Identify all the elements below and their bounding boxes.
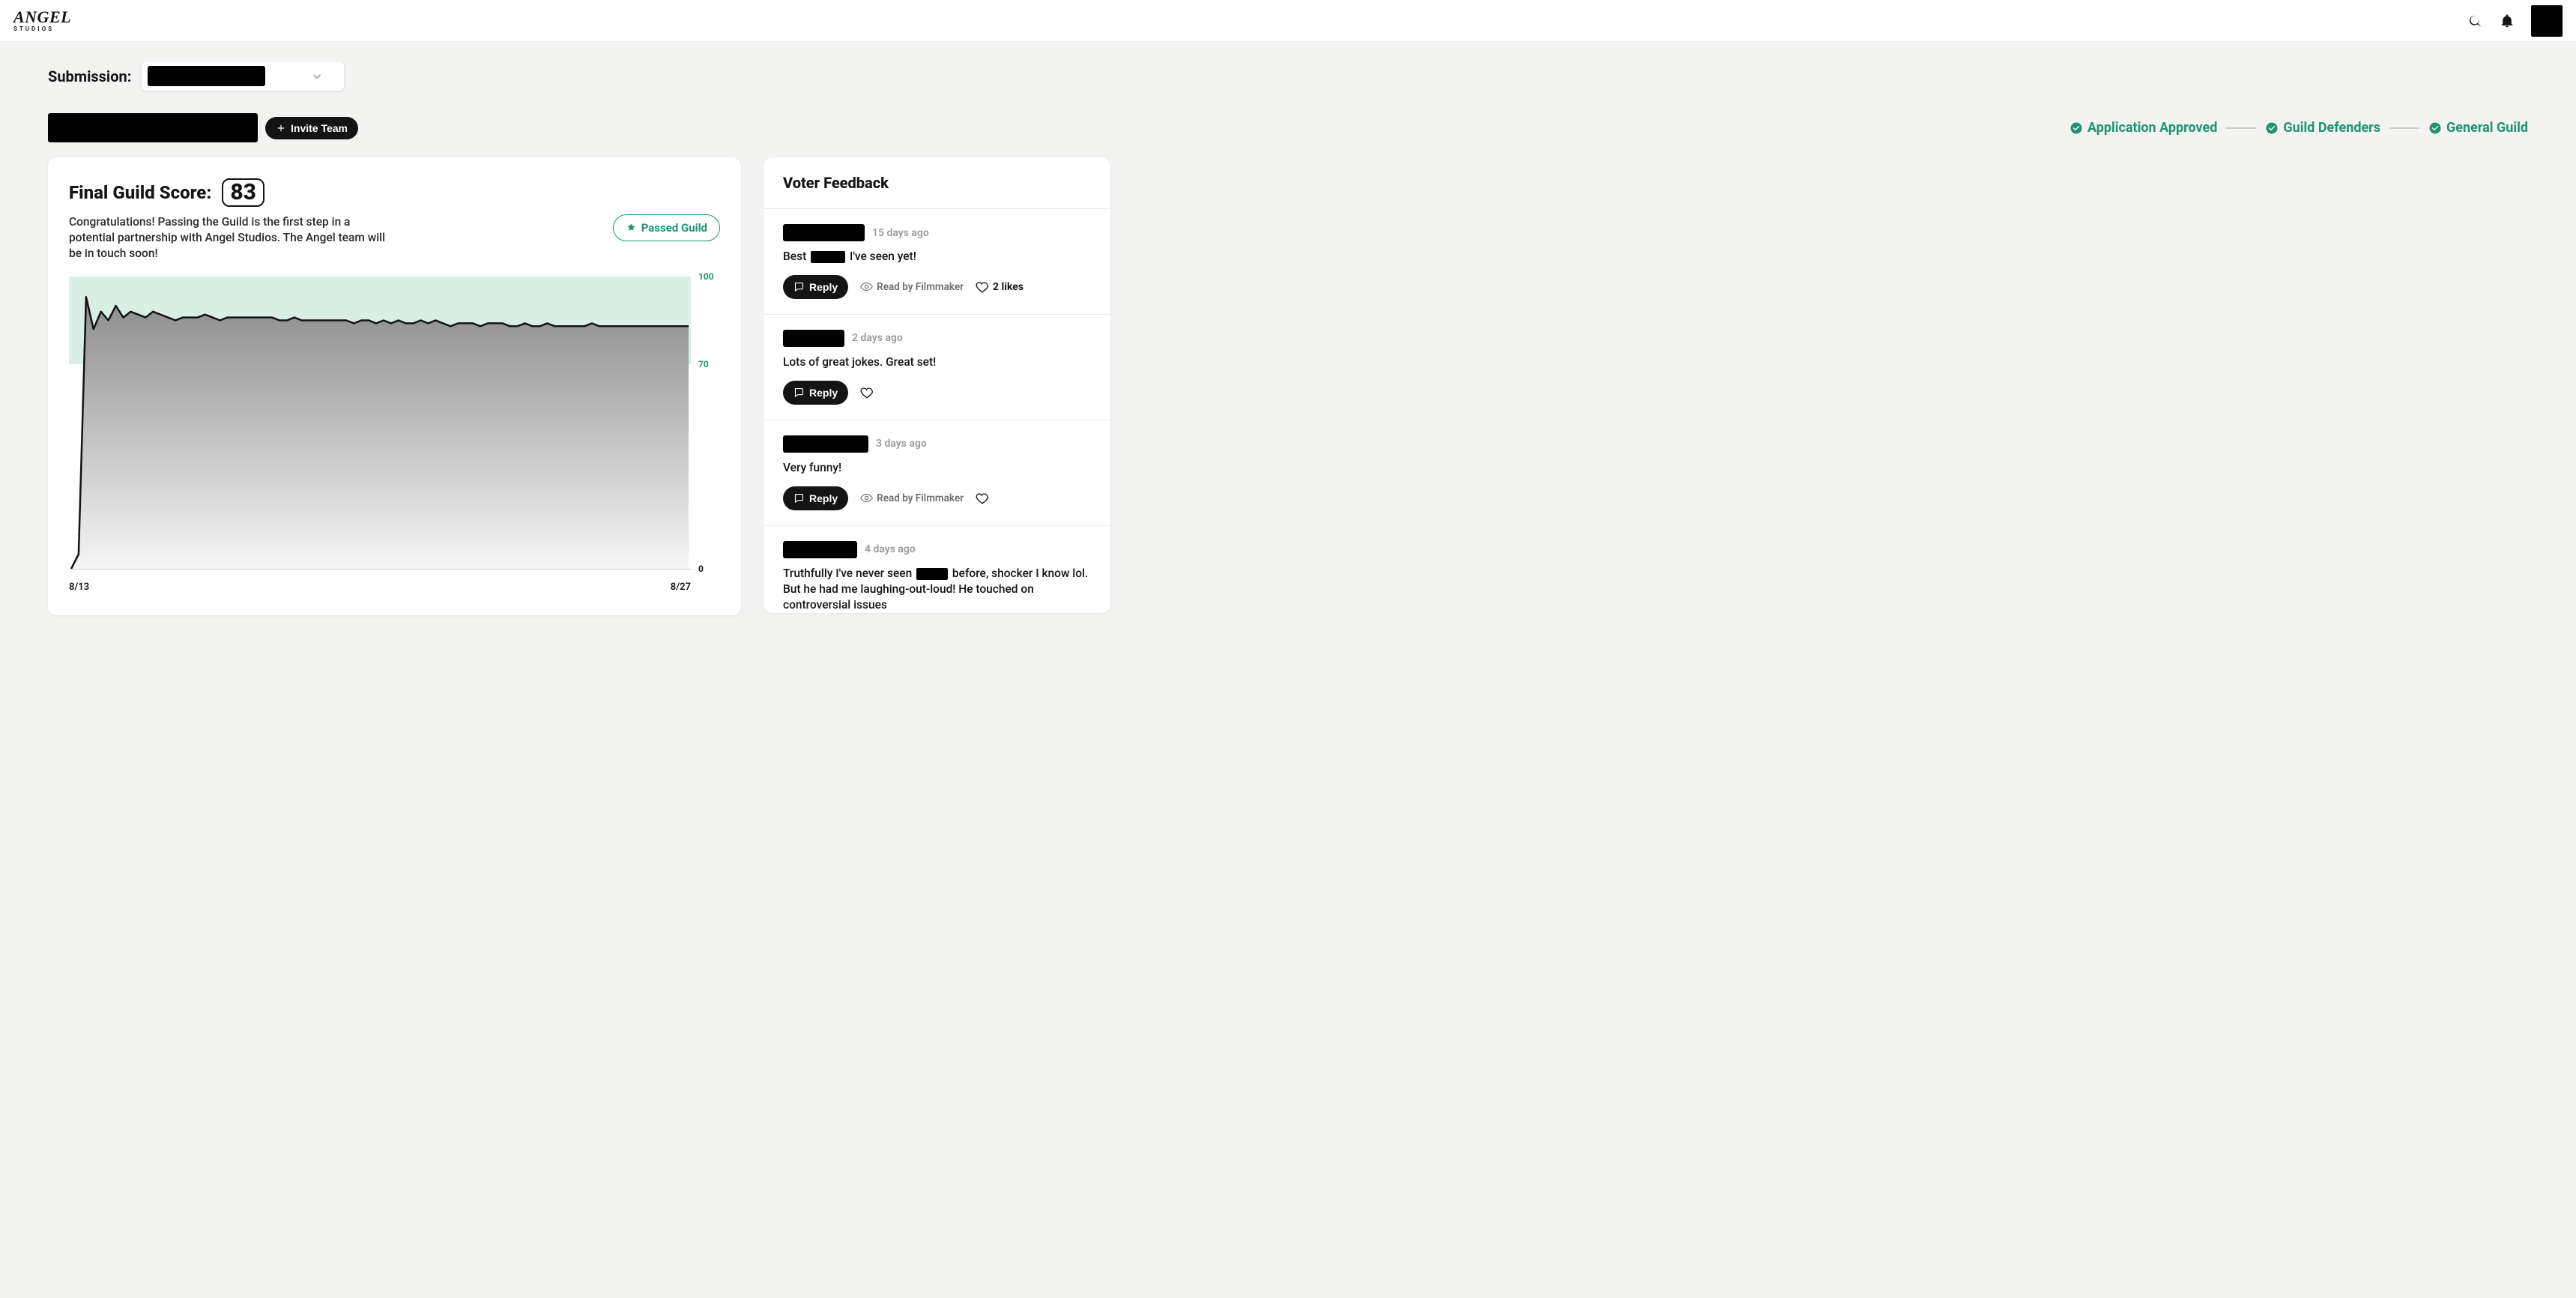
redacted-text xyxy=(916,568,948,580)
reply-icon xyxy=(793,281,805,292)
search-icon[interactable] xyxy=(2468,13,2483,28)
eye-icon xyxy=(860,492,873,504)
comment: 4 days ago Truthfully I've never seen bef… xyxy=(764,525,1110,613)
topbar: ANGEL STUDIOS xyxy=(0,0,2576,42)
submission-select[interactable] xyxy=(142,61,344,91)
read-by-filmmaker: Read by Filmmaker xyxy=(860,280,964,293)
comment-time: 3 days ago xyxy=(876,438,927,450)
comment-text: Lots of great jokes. Great set! xyxy=(783,354,1091,370)
logo[interactable]: ANGEL STUDIOS xyxy=(13,9,71,32)
voter-feedback-panel: Voter Feedback 15 days ago Best I've seen… xyxy=(764,157,1110,613)
comment-likes[interactable] xyxy=(976,492,993,505)
comment-actions: Reply Read by Filmmaker 2 likes xyxy=(783,275,1091,299)
step-connector xyxy=(2226,127,2256,129)
check-circle-icon xyxy=(2069,121,2083,135)
chart-y-tick: 70 xyxy=(698,359,709,369)
eye-icon xyxy=(860,280,873,293)
comment-actions: Reply xyxy=(783,381,1091,405)
logo-main: ANGEL xyxy=(13,9,71,25)
title-row: Invite Team Application Approved Guild D… xyxy=(48,113,2528,142)
comment-likes[interactable] xyxy=(860,386,877,399)
comment-text: Best I've seen yet! xyxy=(783,249,1091,265)
submission-title-redacted xyxy=(48,113,258,142)
invite-team-button[interactable]: Invite Team xyxy=(265,117,358,139)
submission-label: Submission: xyxy=(48,67,131,85)
check-circle-icon xyxy=(2428,121,2442,135)
step-application-approved: Application Approved xyxy=(2069,120,2217,136)
plus-icon xyxy=(276,123,286,133)
submission-row: Submission: xyxy=(48,61,2528,91)
step-connector xyxy=(2389,127,2419,129)
redacted-text xyxy=(811,251,845,263)
comment-likes[interactable]: 2 likes xyxy=(976,280,1024,294)
commenter-name-redacted xyxy=(783,224,865,241)
comment-time: 15 days ago xyxy=(872,227,929,239)
step-guild-defenders: Guild Defenders xyxy=(2265,120,2380,136)
topbar-actions xyxy=(2468,5,2563,37)
comment: 3 days ago Very funny! Reply Read by Filmma… xyxy=(764,420,1110,525)
commenter-name-redacted xyxy=(783,541,857,558)
passed-guild-label: Passed Guild xyxy=(641,221,707,235)
chart-x-end: 8/27 xyxy=(671,582,691,593)
feedback-list[interactable]: 15 days ago Best I've seen yet! Reply Read … xyxy=(764,208,1110,613)
chart-x-start: 8/13 xyxy=(69,582,89,593)
invite-team-label: Invite Team xyxy=(291,122,348,134)
check-circle-icon xyxy=(2265,121,2279,135)
chevron-down-icon xyxy=(310,70,324,83)
comment-actions: Reply Read by Filmmaker xyxy=(783,486,1091,510)
chart-y-tick: 100 xyxy=(698,271,714,282)
stamp-icon xyxy=(626,223,637,234)
heart-icon xyxy=(976,492,989,505)
commenter-name-redacted xyxy=(783,435,868,453)
reply-button[interactable]: Reply xyxy=(783,486,848,510)
commenter-name-redacted xyxy=(783,330,844,347)
chart-y-tick: 0 xyxy=(698,564,704,574)
chart-svg xyxy=(69,277,691,573)
score-description: Congratulations! Passing the Guild is th… xyxy=(69,214,391,262)
reply-icon xyxy=(793,492,805,504)
submission-value-redacted xyxy=(148,66,265,86)
comment-text: Truthfully I've never seen before, shock… xyxy=(783,566,1091,613)
reply-button[interactable]: Reply xyxy=(783,381,848,405)
comment: 15 days ago Best I've seen yet! Reply Read … xyxy=(764,208,1110,314)
score-value: 83 xyxy=(222,178,264,207)
comment-time: 4 days ago xyxy=(865,543,916,555)
comment-time: 2 days ago xyxy=(852,332,903,344)
comment-text: Very funny! xyxy=(783,460,1091,476)
voter-feedback-title: Voter Feedback xyxy=(764,157,1110,208)
score-title: Final Guild Score: xyxy=(69,182,211,203)
heart-icon xyxy=(860,386,874,399)
step-label: Application Approved xyxy=(2087,120,2217,136)
avatar[interactable] xyxy=(2531,5,2563,37)
heart-icon xyxy=(976,280,989,294)
logo-sub: STUDIOS xyxy=(13,26,71,32)
bell-icon[interactable] xyxy=(2500,13,2515,28)
passed-guild-pill: Passed Guild xyxy=(613,214,720,241)
score-card: Final Guild Score: 83 Congratulations! P… xyxy=(48,157,741,615)
comment: 2 days ago Lots of great jokes. Great set… xyxy=(764,314,1110,420)
step-general-guild: General Guild xyxy=(2428,120,2528,136)
read-by-filmmaker: Read by Filmmaker xyxy=(860,492,964,504)
score-chart: 8/13 8/27 100700 xyxy=(69,277,720,593)
chart-y-labels: 100700 xyxy=(698,277,719,569)
reply-button[interactable]: Reply xyxy=(783,275,848,299)
reply-icon xyxy=(793,387,805,398)
step-label: Guild Defenders xyxy=(2283,120,2380,136)
step-label: General Guild xyxy=(2446,120,2528,136)
progress-steps: Application Approved Guild Defenders Gen… xyxy=(2069,120,2528,136)
